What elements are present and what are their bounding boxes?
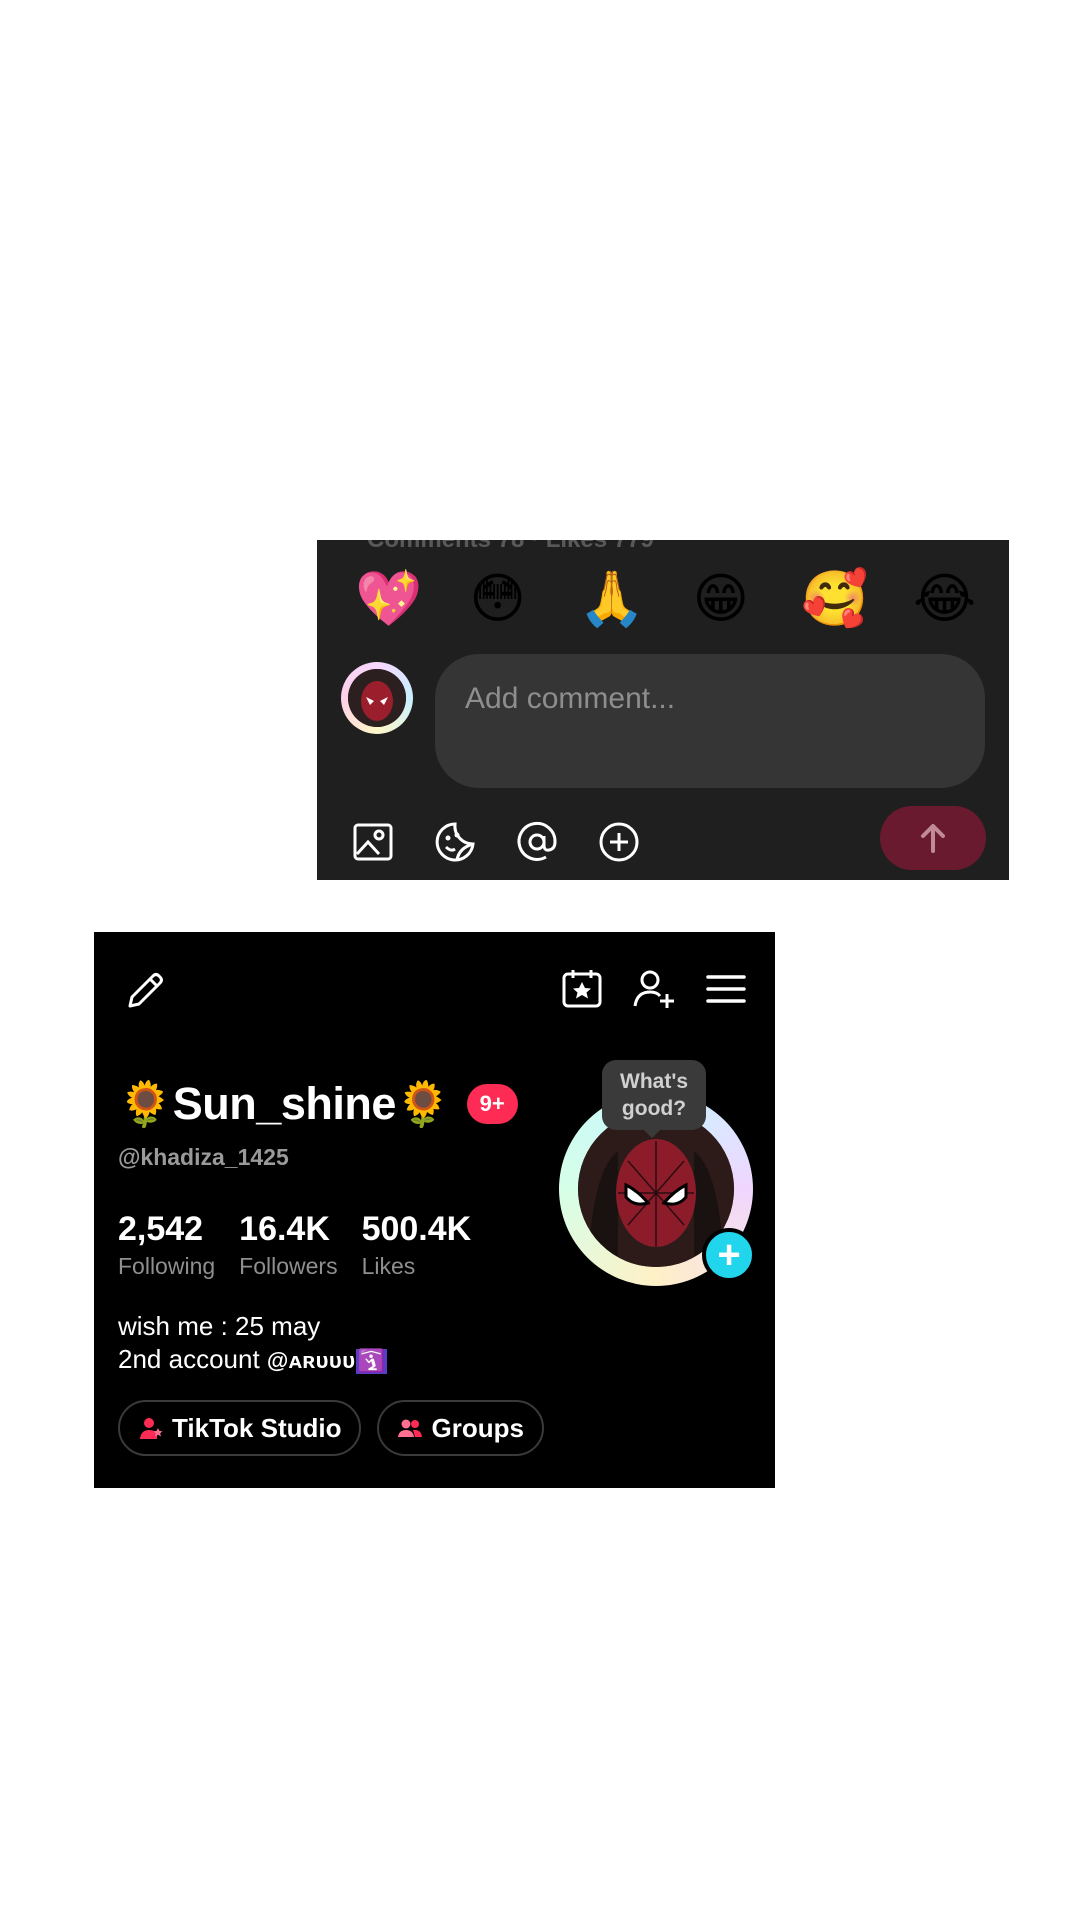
sunflower-icon: 🌻 bbox=[118, 1079, 173, 1130]
image-icon[interactable] bbox=[351, 820, 395, 864]
quick-emoji-row: 💖 😳 🙏 😁 🥰 😂 bbox=[355, 568, 976, 630]
stat-label: Following bbox=[118, 1253, 216, 1279]
bio-line: 2nd account @ᴀʀᴜᴜᴜ🛐 bbox=[118, 1343, 387, 1378]
tiktok-studio-button[interactable]: TikTok Studio bbox=[118, 1400, 362, 1456]
stat-likes[interactable]: 500.4K Likes bbox=[362, 1210, 472, 1280]
status-bubble[interactable]: What's good? bbox=[602, 1060, 706, 1130]
profile-top-actions bbox=[559, 966, 749, 1012]
groups-button[interactable]: Groups bbox=[377, 1400, 544, 1456]
menu-icon[interactable] bbox=[703, 966, 749, 1012]
flushed-face-icon[interactable]: 😳 bbox=[467, 568, 529, 630]
grinning-face-icon[interactable]: 😁 bbox=[690, 568, 752, 630]
avatar bbox=[341, 662, 413, 734]
arrow-up-icon bbox=[921, 824, 945, 853]
sunflower-icon: 🌻 bbox=[395, 1079, 451, 1130]
stat-value: 500.4K bbox=[361, 1210, 472, 1248]
bio-text: 2nd account bbox=[118, 1344, 267, 1374]
tears-of-joy-icon[interactable]: 😂 bbox=[913, 568, 976, 630]
place-of-worship-icon: 🛐 bbox=[355, 1349, 387, 1374]
mention-icon[interactable] bbox=[515, 820, 559, 864]
studio-icon bbox=[140, 1418, 163, 1439]
stat-value: 2,542 bbox=[118, 1210, 204, 1248]
button-label: TikTok Studio bbox=[172, 1412, 342, 1443]
profile-handle: @khadiza_1425 bbox=[118, 1144, 289, 1170]
profile-stats: 2,542 Following 16.4K Followers 500.4K L… bbox=[118, 1210, 471, 1280]
stat-followers[interactable]: 16.4K Followers bbox=[239, 1210, 337, 1280]
sticker-icon[interactable] bbox=[433, 820, 477, 864]
folded-hands-icon[interactable]: 🙏 bbox=[578, 568, 645, 630]
stat-label: Followers bbox=[239, 1253, 338, 1279]
calendar-star-icon[interactable] bbox=[559, 966, 605, 1012]
profile-buttons: TikTok Studio Groups bbox=[118, 1400, 544, 1456]
edit-pencil-icon[interactable] bbox=[122, 968, 168, 1014]
profile-name-row: 🌻 Sun_shine 🌻 9+ bbox=[118, 1078, 518, 1130]
add-icon[interactable] bbox=[597, 820, 641, 864]
smiling-face-hearts-icon[interactable]: 🥰 bbox=[801, 568, 868, 630]
groups-icon bbox=[398, 1419, 423, 1437]
sparkling-heart-icon[interactable]: 💖 bbox=[355, 568, 422, 630]
bio-line: wish me : 25 may bbox=[118, 1311, 321, 1341]
profile-name: Sun_shine bbox=[172, 1078, 397, 1129]
button-label: Groups bbox=[431, 1412, 524, 1443]
add-story-plus-icon[interactable]: + bbox=[702, 1228, 756, 1282]
stat-following[interactable]: 2,542 Following bbox=[118, 1210, 215, 1280]
bio-mention-link[interactable]: @ᴀʀᴜᴜᴜ bbox=[267, 1348, 356, 1373]
notification-badge[interactable]: 9+ bbox=[466, 1084, 518, 1124]
screen: Comments 78 · Likes 779 💖 😳 🙏 😁 🥰 😂 Add … bbox=[0, 0, 1080, 1920]
comment-input[interactable]: Add comment... bbox=[435, 654, 985, 788]
send-button[interactable] bbox=[880, 806, 986, 870]
bubble-tail bbox=[642, 1128, 662, 1138]
stat-label: Likes bbox=[361, 1253, 416, 1279]
comment-toolbar bbox=[351, 820, 641, 864]
add-friend-icon[interactable] bbox=[631, 966, 677, 1012]
profile-bio: wish me : 25 may 2nd account @ᴀʀᴜᴜᴜ🛐 bbox=[118, 1310, 387, 1378]
comment-stats-strip: Comments 78 · Likes 779 bbox=[317, 540, 1009, 554]
profile-panel: 🌻 Sun_shine 🌻 9+ @khadiza_1425 2,542 Fol… bbox=[94, 932, 775, 1488]
comment-panel: Comments 78 · Likes 779 💖 😳 🙏 😁 🥰 😂 Add … bbox=[317, 540, 1009, 880]
stat-value: 16.4K bbox=[239, 1210, 330, 1248]
